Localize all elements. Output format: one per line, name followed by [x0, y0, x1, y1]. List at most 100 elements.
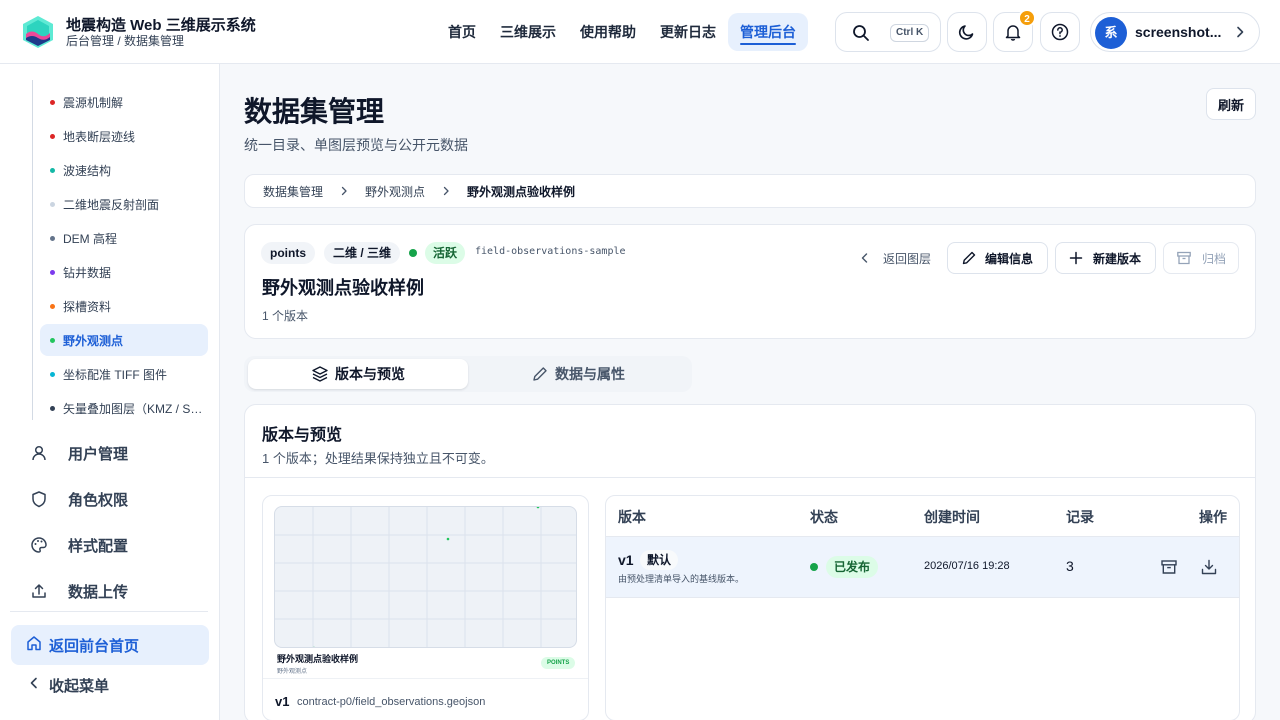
sidebar: 震源机制解地表断层迹线波速结构二维地震反射剖面 DEM 高程钻井数据探槽资料 野外观… [0, 64, 220, 720]
observation-point [536, 507, 540, 509]
back-home-label: 返回前台首页 [49, 637, 140, 655]
column-header-version: 版本 [618, 509, 646, 525]
search-icon [853, 25, 869, 41]
sidebar-sub-item-label: 坐标配准 TIFF 图件 [63, 367, 167, 382]
preview-version: v1 [275, 694, 290, 709]
bell-icon [1005, 25, 1021, 41]
sidebar-sub-item[interactable]: 震源机制解 [40, 86, 208, 118]
chevron-right-icon [341, 186, 347, 196]
sidebar-item-users[interactable]: 用户管理 [20, 435, 210, 471]
sidebar-sub-item-label: 钻井数据 [63, 265, 112, 280]
sidebar-sub-item[interactable]: DEM 高程 [40, 222, 208, 254]
sidebar-sub-item[interactable]: 坐标配准 TIFF 图件 [40, 358, 208, 390]
sidebar-sub-item-label: 震源机制解 [63, 95, 124, 110]
new-version-label: 新建版本 [1093, 251, 1142, 266]
dataset-dimension-tag: 二维 / 三维 [324, 242, 401, 264]
sidebar-item-roles[interactable]: 角色权限 [20, 481, 210, 517]
palette-icon [31, 537, 47, 553]
preview-dataset-name: 野外观测点验收样例 [277, 654, 359, 664]
tab-versions-preview[interactable]: 版本与预览 [248, 359, 468, 389]
layer-color-dot [50, 270, 55, 275]
sidebar-sub-item[interactable]: 野外观测点 [40, 324, 208, 356]
sidebar-sub-item[interactable]: 波速结构 [40, 154, 208, 186]
collapse-menu-button[interactable]: 收起菜单 [11, 667, 209, 703]
sidebar-sub-item[interactable]: 二维地震反射剖面 [40, 188, 208, 220]
breadcrumb-layer[interactable]: 野外观测点 [365, 183, 425, 200]
panel-subtitle: 1 个版本；处理结果保持独立且不可变。 [262, 451, 494, 466]
version-name: v1 [618, 552, 634, 568]
archive-version-button[interactable] [1158, 556, 1180, 578]
new-version-button[interactable]: 新建版本 [1055, 242, 1156, 274]
edit-info-label: 编辑信息 [985, 251, 1034, 266]
search-button[interactable]: Ctrl K [835, 12, 941, 52]
chevron-right-icon [1237, 26, 1244, 38]
layer-color-dot [50, 202, 55, 207]
archive-icon [1161, 560, 1177, 574]
back-to-layer-label: 返回图层 [883, 251, 932, 266]
user-menu-button[interactable]: 系 screenshot... [1090, 12, 1260, 52]
sidebar-item-label: 用户管理 [68, 445, 129, 463]
archive-button[interactable]: 归档 [1163, 242, 1239, 274]
table-row[interactable]: v1 默认 由预处理清单导入的基线版本。 已发布 2026/07/16 19:2… [606, 537, 1239, 597]
download-version-button[interactable] [1198, 556, 1220, 578]
default-badge: 默认 [640, 550, 679, 570]
home-icon [27, 636, 41, 651]
nav-help[interactable]: 使用帮助 [568, 13, 648, 51]
sidebar-sub-item[interactable]: 矢量叠加图层（KMZ / Sh... [40, 392, 208, 424]
sidebar-sub-item[interactable]: 钻井数据 [40, 256, 208, 288]
dataset-type-tag: points [261, 242, 315, 264]
tab-data-attributes[interactable]: 数据与属性 [468, 359, 688, 389]
pencil-icon [533, 367, 547, 381]
divider [245, 477, 1255, 478]
column-header-actions: 操作 [1199, 509, 1227, 525]
preview-layer-name: 野外观测点 [277, 669, 308, 675]
search-shortcut: Ctrl K [890, 24, 930, 42]
versions-table: 版本 状态 创建时间 记录 操作 v1 默认 由预处理清单导入的基线版本。 已发… [605, 495, 1240, 720]
nav-changelog[interactable]: 更新日志 [648, 13, 728, 51]
plus-icon [1069, 251, 1083, 265]
page-title: 数据集管理 [244, 96, 385, 127]
column-header-records: 记录 [1066, 509, 1094, 525]
version-description: 由预处理清单导入的基线版本。 [618, 574, 745, 584]
theme-toggle-button[interactable] [947, 12, 987, 52]
nav-3d-view[interactable]: 三维展示 [488, 13, 568, 51]
top-bar: 地震构造 Web 三维展示系统 后台管理 / 数据集管理 首页 三维展示 使用帮… [0, 0, 1280, 64]
layer-preview-card[interactable]: 野外观测点验收样例 野外观测点 POINTS v1 contract-p0/fi… [262, 495, 589, 720]
sidebar-item-styles[interactable]: 样式配置 [20, 527, 210, 563]
divider [263, 678, 588, 679]
dataset-tabs: 版本与预览 数据与属性 [244, 356, 692, 392]
sidebar-sub-item[interactable]: 探槽资料 [40, 290, 208, 322]
sidebar-item-label: 角色权限 [68, 491, 129, 509]
preview-type-pill: POINTS [541, 657, 576, 669]
help-button[interactable] [1040, 12, 1080, 52]
breadcrumb-datasets[interactable]: 数据集管理 [263, 183, 323, 200]
layer-color-dot [50, 168, 55, 173]
breadcrumb: 数据集管理 野外观测点 野外观测点验收样例 [244, 174, 1256, 208]
notification-badge: 2 [1018, 9, 1036, 27]
edit-info-button[interactable]: 编辑信息 [947, 242, 1048, 274]
status-badge: 已发布 [826, 556, 879, 578]
download-icon [1201, 559, 1217, 575]
sidebar-divider [10, 611, 208, 612]
avatar: 系 [1095, 17, 1127, 49]
back-home-button[interactable]: 返回前台首页 [11, 625, 209, 665]
app-logo-icon [23, 16, 53, 48]
observation-point [446, 537, 450, 541]
tree-line [32, 80, 33, 420]
nav-home[interactable]: 首页 [436, 13, 488, 51]
dataset-slug: field-observations-sample [475, 246, 626, 257]
sidebar-item-upload[interactable]: 数据上传 [20, 573, 210, 609]
nav-admin[interactable]: 管理后台 [728, 13, 808, 51]
collapse-label: 收起菜单 [49, 677, 110, 695]
refresh-button[interactable]: 刷新 [1206, 88, 1256, 120]
sidebar-sub-item-label: 波速结构 [63, 163, 112, 178]
back-to-layer-button[interactable]: 返回图层 [851, 242, 939, 274]
dataset-name: 野外观测点验收样例 [262, 278, 424, 298]
notifications-button[interactable]: 2 [993, 9, 1036, 52]
dataset-card: points 二维 / 三维 活跃 field-observations-sam… [244, 224, 1256, 339]
panel-title: 版本与预览 [262, 427, 343, 444]
sidebar-sub-item[interactable]: 地表断层迹线 [40, 120, 208, 152]
status-badge: 活跃 [425, 242, 466, 264]
record-count: 3 [1066, 558, 1074, 574]
archive-icon [1177, 251, 1191, 265]
